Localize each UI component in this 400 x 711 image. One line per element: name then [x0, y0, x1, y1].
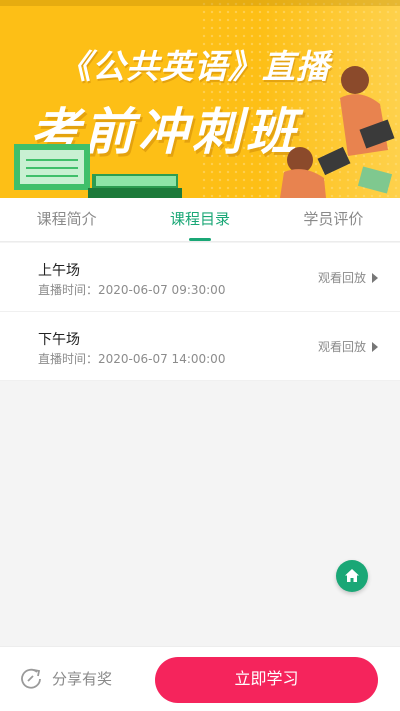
session-name: 下午场	[38, 332, 80, 348]
students-illustration	[280, 66, 395, 198]
share-button[interactable]: 分享有奖	[20, 667, 112, 689]
status-strip	[0, 0, 400, 6]
course-banner: 《公共英语》直播 考前冲刺班	[0, 0, 400, 198]
play-triangle-icon	[372, 272, 378, 283]
replay-label: 观看回放	[317, 340, 366, 354]
tab-course-intro[interactable]: 课程简介	[0, 198, 133, 241]
list-item[interactable]: 上午场 直播时间：2020-06-07 09:30:00 观看回放	[0, 243, 400, 312]
list-item[interactable]: 下午场 直播时间：2020-06-07 14:00:00 观看回放	[0, 312, 400, 381]
session-name: 上午场	[38, 263, 80, 279]
start-learning-button[interactable]: 立即学习	[155, 657, 378, 703]
books-illustration	[14, 144, 182, 198]
bottom-action-bar: 分享有奖 立即学习	[0, 646, 400, 711]
share-label: 分享有奖	[52, 669, 113, 688]
play-triangle-icon	[372, 341, 378, 352]
tab-course-catalog[interactable]: 课程目录	[133, 198, 266, 241]
home-button[interactable]	[336, 560, 368, 592]
session-list: 上午场 直播时间：2020-06-07 09:30:00 观看回放 下午场 直播…	[0, 243, 400, 381]
tab-student-reviews[interactable]: 学员评价	[267, 198, 400, 241]
course-tabs: 课程简介 课程目录 学员评价	[0, 198, 400, 242]
replay-button[interactable]: 观看回放	[318, 338, 378, 355]
session-time: 直播时间：2020-06-07 14:00:00	[38, 352, 226, 366]
replay-button[interactable]: 观看回放	[318, 269, 378, 286]
home-icon	[345, 569, 359, 582]
share-icon	[21, 668, 41, 689]
replay-label: 观看回放	[317, 271, 366, 285]
session-time: 直播时间：2020-06-07 09:30:00	[38, 283, 226, 297]
